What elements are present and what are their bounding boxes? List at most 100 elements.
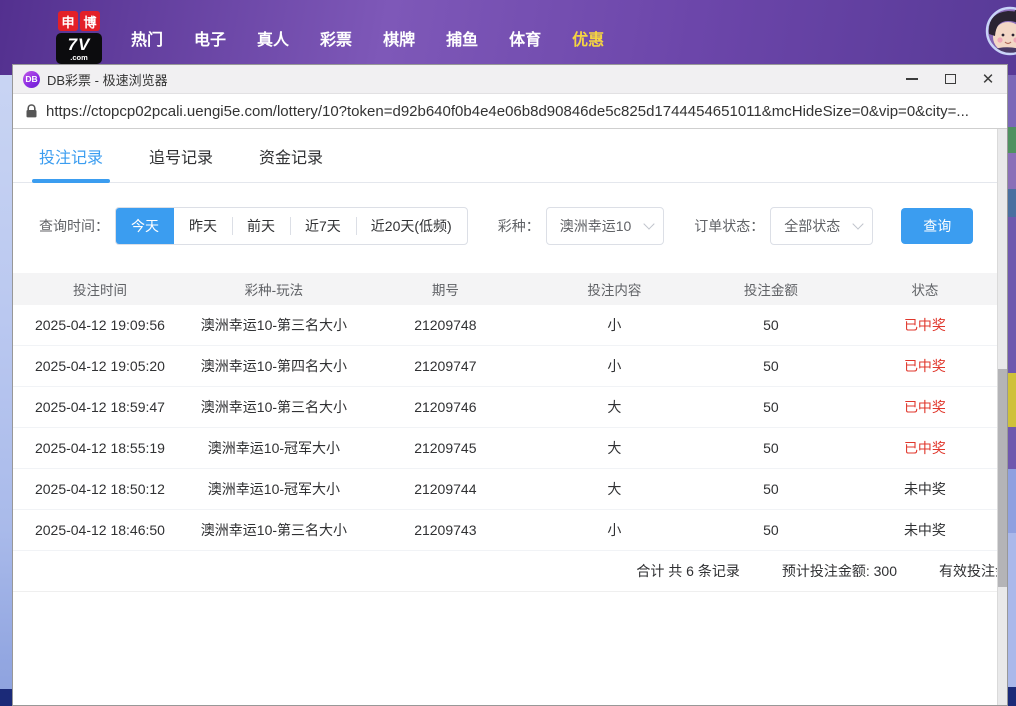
chevron-down-icon (852, 218, 864, 230)
table-row: 2025-04-12 18:59:47 澳洲幸运10-第三名大小 2120974… (13, 387, 1007, 428)
cell-lottery-play: 澳洲幸运10-第三名大小 (200, 317, 348, 333)
time-filter-option[interactable]: 近7天 (290, 208, 356, 244)
record-tabs: 投注记录 追号记录 资金记录 (13, 129, 1007, 183)
header-bet-time: 投注时间 (72, 283, 127, 298)
minimize-icon (906, 78, 918, 80)
close-button[interactable]: ✕ (969, 65, 1007, 93)
cell-bet-content: 大 (607, 440, 622, 456)
header-bet-content: 投注内容 (587, 283, 642, 298)
browser-window: DB DB彩票 - 极速浏览器 ✕ https://ctopcp02pcali.… (12, 64, 1008, 706)
cell-bet-content: 小 (607, 358, 622, 374)
nav-menu-item[interactable]: 彩票 (320, 26, 352, 50)
status-filter-label: 订单状态： (694, 218, 765, 234)
table-row: 2025-04-12 18:50:12 澳洲幸运10-冠军大小 21209744… (13, 469, 1007, 510)
favicon-icon: DB (23, 70, 40, 88)
record-tab[interactable]: 追号记录 (149, 129, 213, 182)
close-icon: ✕ (981, 70, 995, 88)
cell-bet-content: 大 (607, 399, 622, 415)
cell-status: 已中奖 (903, 358, 946, 374)
cell-issue: 21209747 (414, 358, 477, 374)
cell-bet-content: 大 (607, 481, 622, 497)
record-tab[interactable]: 资金记录 (259, 129, 323, 182)
lock-icon (26, 104, 37, 118)
user-avatar[interactable] (985, 6, 1016, 56)
avatar-image (985, 6, 1016, 56)
cell-issue: 21209746 (414, 399, 477, 415)
url-bar[interactable]: https://ctopcp02pcali.uengi5e.com/lotter… (13, 94, 1007, 129)
logo-badge-left: 申 (58, 11, 78, 31)
header-lottery-play: 彩种-玩法 (244, 283, 304, 298)
filter-row: 查询时间： 今天 昨天 前天 近7天 近20天(低频) 彩种： 澳洲幸运10 订单状态：… (39, 207, 1007, 245)
nav-menu-item[interactable]: 电子 (194, 26, 226, 50)
cell-lottery-play: 澳洲幸运10-第四名大小 (200, 358, 348, 374)
status-select-value: 全部状态 (784, 218, 841, 234)
cell-bet-time: 2025-04-12 18:46:50 (34, 522, 165, 538)
window-controls: ✕ (893, 65, 1007, 93)
table-summary-row: 合计 共 6 条记录 预计投注金额: 300 有效投注金 (13, 551, 1007, 592)
search-button[interactable]: 查询 (901, 208, 974, 244)
logo-badge-right: 博 (80, 11, 100, 31)
cell-bet-content: 小 (607, 522, 622, 538)
cell-bet-time: 2025-04-12 18:55:19 (34, 440, 165, 456)
lottery-filter-label: 彩种： (497, 218, 540, 234)
time-filter-option[interactable]: 前天 (232, 208, 290, 244)
cell-lottery-play: 澳洲幸运10-第三名大小 (200, 399, 348, 415)
content-scrollbar[interactable] (997, 129, 1007, 705)
time-filter-option[interactable]: 近20天(低频) (355, 208, 467, 244)
url-text: https://ctopcp02pcali.uengi5e.com/lotter… (46, 102, 969, 120)
table-row: 2025-04-12 18:55:19 澳洲幸运10-冠军大小 21209745… (13, 428, 1007, 469)
cell-bet-amount: 50 (763, 358, 779, 374)
cell-bet-amount: 50 (763, 481, 779, 497)
table-header-row: 投注时间 彩种-玩法 期号 投注内容 投注金额 状态 (13, 273, 1007, 305)
nav-menu-item[interactable]: 棋牌 (383, 26, 415, 50)
maximize-button[interactable] (931, 65, 969, 93)
bet-records-table: 投注时间 彩种-玩法 期号 投注内容 投注金额 状态 2025-04-12 19… (13, 273, 1007, 592)
cell-status: 已中奖 (903, 399, 946, 415)
nav-menu-item[interactable]: 热门 (131, 26, 163, 50)
nav-menu-item[interactable]: 体育 (509, 26, 541, 50)
cell-bet-amount: 50 (763, 399, 779, 415)
lottery-select[interactable]: 澳洲幸运10 (545, 207, 665, 245)
cell-issue: 21209743 (414, 522, 477, 538)
site-nav-menu: 热门 电子 真人 彩票 棋牌 捕鱼 体育 优惠 (131, 26, 604, 50)
cell-bet-amount: 50 (763, 440, 779, 456)
nav-menu-item[interactable]: 捕鱼 (446, 26, 478, 50)
status-select[interactable]: 全部状态 (770, 207, 874, 245)
cell-status: 已中奖 (903, 440, 946, 456)
cell-status: 未中奖 (903, 481, 946, 497)
logo-badges: 申 博 (56, 11, 102, 31)
time-filter-label: 查询时间： (39, 218, 109, 234)
chevron-down-icon (643, 218, 655, 230)
cell-bet-time: 2025-04-12 18:50:12 (34, 481, 165, 497)
cell-lottery-play: 澳洲幸运10-第三名大小 (200, 522, 348, 538)
cell-issue: 21209744 (414, 481, 477, 497)
maximize-icon (944, 74, 956, 84)
window-title: DB彩票 - 极速浏览器 (47, 72, 168, 88)
lottery-select-value: 澳洲幸运10 (559, 218, 632, 234)
header-status: 状态 (911, 283, 939, 298)
cell-bet-time: 2025-04-12 19:09:56 (34, 317, 165, 333)
cell-status: 未中奖 (903, 522, 946, 538)
scrollbar-thumb[interactable] (998, 369, 1007, 587)
cell-status: 已中奖 (903, 317, 946, 333)
cell-bet-amount: 50 (763, 317, 779, 333)
cell-bet-amount: 50 (763, 522, 779, 538)
record-tab[interactable]: 投注记录 (31, 129, 111, 183)
logo-brand: 7V .com (56, 33, 102, 64)
cell-lottery-play: 澳洲幸运10-冠军大小 (207, 440, 341, 456)
cell-bet-time: 2025-04-12 19:05:20 (34, 358, 165, 374)
time-filter-option[interactable]: 昨天 (174, 208, 232, 244)
minimize-button[interactable] (893, 65, 931, 93)
table-row: 2025-04-12 19:09:56 澳洲幸运10-第三名大小 2120974… (13, 305, 1007, 346)
time-filter-option[interactable]: 今天 (116, 208, 174, 244)
site-logo[interactable]: 申 博 7V .com (56, 11, 102, 64)
nav-menu-item[interactable]: 真人 (257, 26, 289, 50)
table-row: 2025-04-12 19:05:20 澳洲幸运10-第四名大小 2120974… (13, 346, 1007, 387)
summary-expected-amount: 预计投注金额: 300 (781, 563, 897, 579)
header-issue: 期号 (431, 283, 459, 298)
cell-issue: 21209748 (414, 317, 477, 333)
nav-menu-item[interactable]: 优惠 (572, 26, 604, 50)
page-right-edge-decoration (1008, 75, 1016, 706)
time-filter-group: 今天 昨天 前天 近7天 近20天(低频) (115, 207, 468, 245)
window-title-bar: DB DB彩票 - 极速浏览器 ✕ (13, 65, 1007, 94)
